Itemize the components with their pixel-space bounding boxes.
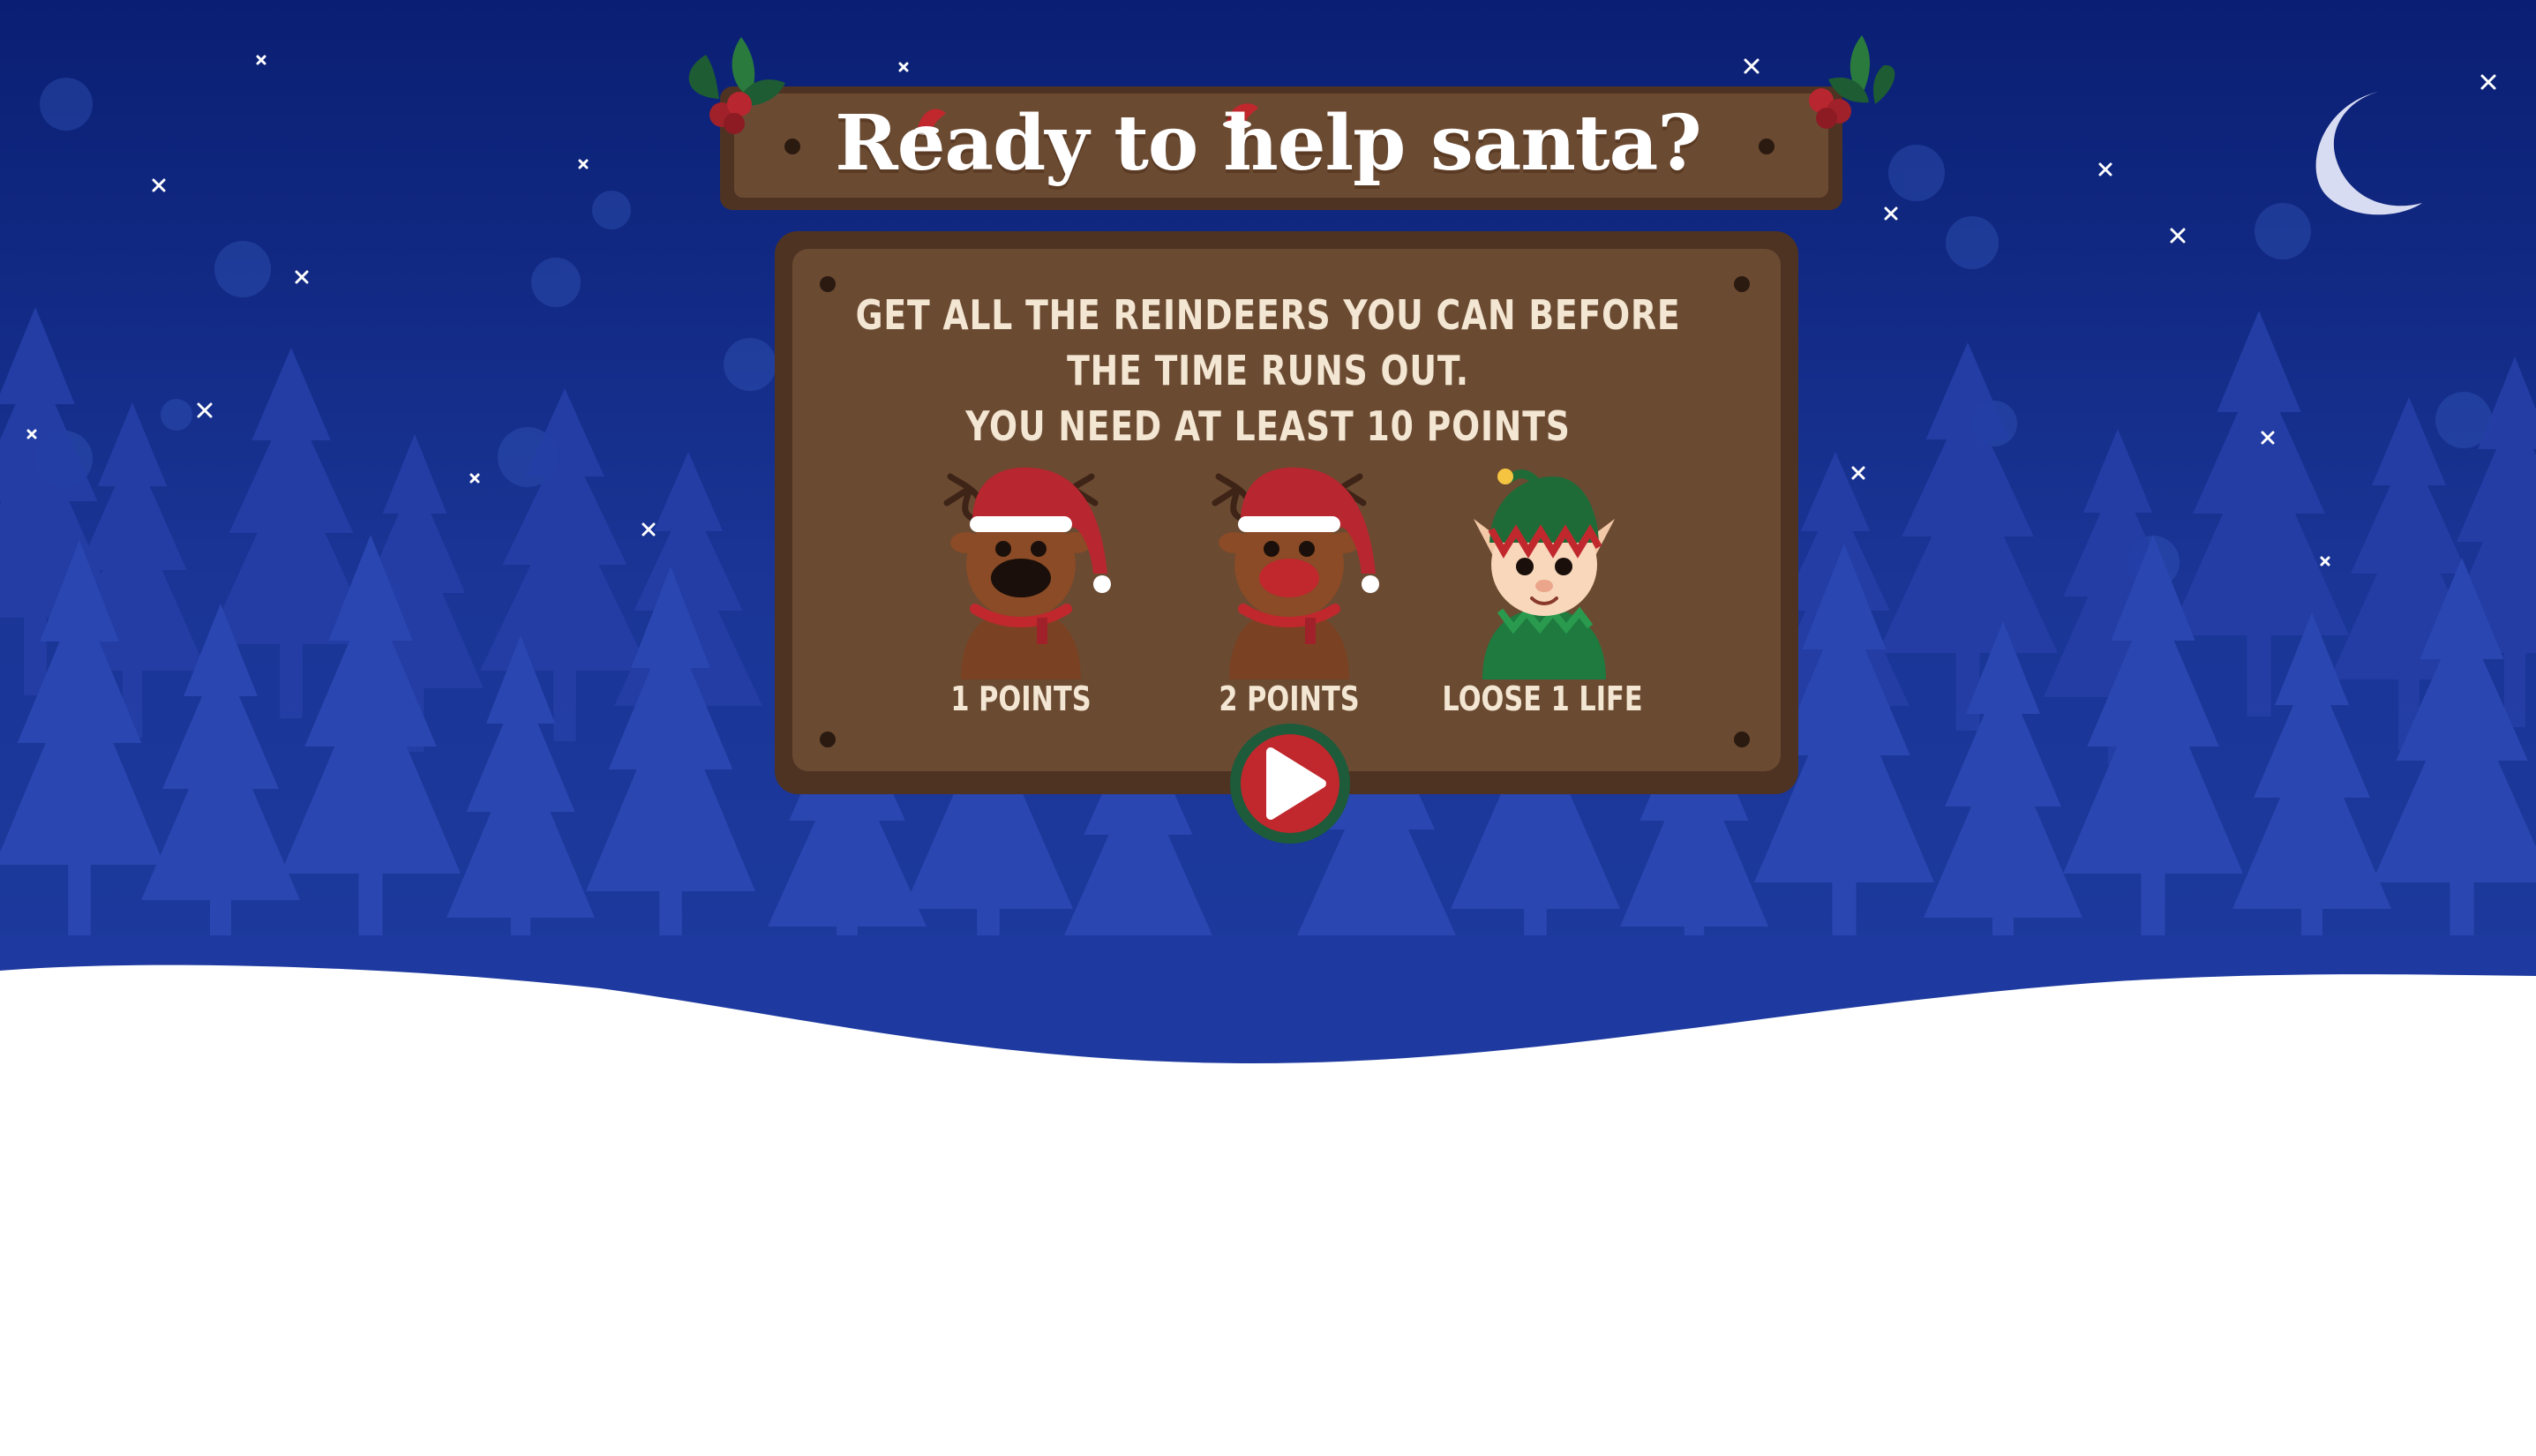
game-scene [0,0,2536,1456]
item-label-red-reindeer: 2 POINTS [1219,679,1360,718]
instruction-line-3: YOU NEED AT LEAST 10 POINTS [965,402,1571,450]
instruction-line-1: GET ALL THE REINDEERS YOU CAN BEFORE [855,291,1681,339]
instruction-line-2: THE TIME RUNS OUT. [1067,347,1469,394]
play-button[interactable] [1230,724,1350,844]
item-label-elf: LOOSE 1 LIFE [1442,679,1643,718]
item-label-brown-reindeer: 1 POINTS [950,679,1092,718]
page-title: Ready to help santa? [835,99,1701,188]
